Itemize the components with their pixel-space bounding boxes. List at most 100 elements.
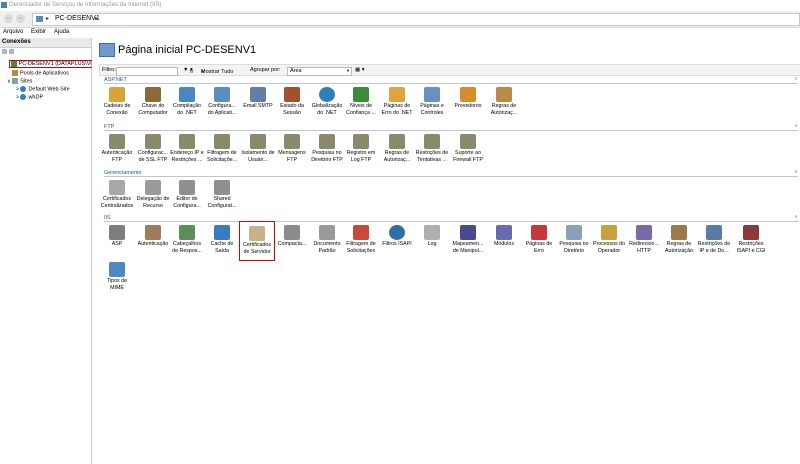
globe-icon [319,87,335,102]
feature-tile[interactable]: Certificados Centralizados [100,180,134,209]
back-button[interactable]: ← [4,14,13,23]
feature-tile[interactable]: Provedores [451,87,485,110]
filter-input[interactable] [116,67,178,76]
feature-tile[interactable]: Regras de Autorização [662,225,696,254]
tree-app-pools[interactable]: Pools de Aplicativos [12,70,69,76]
feature-tile[interactable]: Isolamento de Usuári... [241,134,275,163]
feature-tile[interactable]: Shared Configurat... [205,180,239,209]
feature-tile[interactable]: Estado da Sessão [275,87,309,116]
feature-label: Globalização do .NET [311,103,343,116]
feature-tile[interactable]: Mensagens FTP [275,134,309,163]
feature-tile[interactable]: Restrições de Tentativas ... [415,134,449,163]
feature-tile[interactable]: Configurac... de SSL FTP [136,134,170,163]
breadcrumb-arrow-icon[interactable]: ▸ [46,15,49,22]
section-gerenciamento-label: Gerenciamento [104,170,142,176]
menu-exibir[interactable]: Exibir [31,29,46,35]
feature-tile[interactable]: Restrições ISAPI e CGI [734,225,768,254]
feature-tile[interactable]: Tipos de MIME [100,262,134,291]
tree-sites[interactable]: ∨ Sites [7,78,32,84]
feature-tile[interactable]: Log [415,225,449,248]
feature-label: Restrições ISAPI e CGI [736,241,766,254]
address-box[interactable]: ▸ PC-DESENV1 ▸ [32,13,800,26]
ftp-isolation-icon [250,134,266,149]
feature-tile[interactable]: Suporte ao Firewall FTP [451,134,485,163]
asp-icon [109,225,125,240]
tree-default-web-site[interactable]: > Default Web Site [16,86,70,92]
expand-icon[interactable] [1,62,5,66]
feature-tile[interactable]: Autenticação [136,225,170,248]
feature-tile[interactable]: Páginas e Controles [415,87,449,116]
feature-tile[interactable]: Filtragem de Solicitaçõe... [205,134,239,163]
feature-tile[interactable]: Email SMTP [241,87,275,110]
compile-icon [179,87,195,102]
feature-tile[interactable]: Compacta... [275,225,309,248]
features-pane: Página inicial PC-DESENV1 Filtro: ▼ Ir ▾… [92,38,800,464]
feature-tile[interactable]: Cadeias de Conexão [100,87,134,116]
feature-tile[interactable]: Regras de Autorizaç... [380,134,414,163]
feature-label: Configurac... de SSL FTP [137,150,169,163]
section-gerenciamento[interactable]: Gerenciamento ∧ [104,169,798,177]
feature-tile[interactable]: Delegação de Recurso [136,180,170,209]
feature-tile[interactable]: Páginas de Erro do .NET [380,87,414,116]
feature-tile[interactable]: Globalização do .NET [310,87,344,116]
feature-tile[interactable]: Páginas de Erro [522,225,556,254]
feature-label: Autenticação FTP [101,150,133,163]
feature-tile[interactable]: Níveis de Confiança ... [344,87,378,116]
feature-tile[interactable]: Regras de Autorizaç... [487,87,521,116]
collapse-icon[interactable]: ∧ [794,76,798,82]
feature-tile[interactable]: Configura... do Aplicati... [205,87,239,116]
tree-server[interactable]: PC-DESENV1 (DATAPLUS\Vin [1,60,97,69]
expand-icon[interactable]: > [16,86,19,92]
section-aspnet[interactable]: ASP.NET ∧ [104,76,798,84]
feature-label: Email SMTP [243,103,273,109]
feature-tile[interactable]: Cache de Saída [205,225,239,254]
feature-tile[interactable]: Redirecion... HTTP [627,225,661,254]
feature-label: Endereço IP e Restrições ... [170,150,204,163]
section-ftp[interactable]: FTP ∧ [104,123,798,131]
feature-tile[interactable]: Pesquisa no Diretório [557,225,591,254]
tree-sites-label: Sites [20,78,33,85]
filter-go-button[interactable]: ▼ Ir ▾ [183,67,193,75]
connect-icon[interactable] [2,49,7,54]
expand-icon[interactable]: ∨ [7,78,11,84]
connections-toolbar [0,48,91,56]
feature-tile[interactable]: Registro em Log FTP [344,134,378,163]
feature-tile[interactable]: Módulos [487,225,521,248]
feature-tile[interactable]: Cabeçalhos de Respos... [170,225,204,254]
save-icon[interactable] [9,49,14,54]
feature-label: Cabeçalhos de Respos... [172,241,202,254]
feature-tile[interactable]: Restrições de IP e de Do... [697,225,731,254]
feature-tile[interactable]: Compilação do .NET [170,87,204,116]
server-certificates-tile[interactable]: Certificados de Servidor [239,221,275,261]
view-mode-button[interactable]: ▦ ▾ [355,67,365,73]
feature-tile[interactable]: Endereço IP e Restrições ... [170,134,204,163]
menu-ajuda[interactable]: Ajuda [54,29,69,35]
section-iis[interactable]: IIS ∧ [104,214,798,222]
feature-tile[interactable]: Filtragem de Solicitações [344,225,378,254]
feature-tile[interactable]: Autenticação FTP [100,134,134,163]
feature-tile[interactable]: Filtros ISAPI [380,225,414,248]
expand-icon[interactable]: > [16,94,19,100]
feature-tile[interactable]: Documento Padrão [310,225,344,254]
feature-label: Cadeias de Conexão [103,103,131,116]
feature-tile[interactable]: Pesquisa no Diretório FTP [310,134,344,163]
forward-button[interactable]: → [16,14,25,23]
trust-icon [353,87,369,102]
tree-server-selection[interactable]: PC-DESENV1 (DATAPLUS\Vin [8,60,97,69]
feature-label: Níveis de Confiança ... [346,103,376,116]
config-editor-icon [179,180,195,195]
email-icon [250,87,266,102]
feature-tile[interactable]: Chave do Computador [136,87,170,116]
collapse-icon[interactable]: ∧ [794,123,798,129]
menu-arquivo[interactable]: Arquivo [3,29,23,35]
feature-tile[interactable]: Mapeamen... de Manipul... [451,225,485,254]
collapse-icon[interactable]: ∧ [794,169,798,175]
collapse-icon[interactable]: ∧ [794,214,798,220]
tree-whdp[interactable]: > whDP [16,94,43,100]
breadcrumb-server[interactable]: PC-DESENV1 [55,15,100,22]
feature-tile[interactable]: Processos do Operador [592,225,626,254]
breadcrumb-arrow-icon[interactable]: ▸ [95,15,98,22]
feature-tile[interactable]: Editor de Configura... [170,180,204,209]
group-by-select[interactable]: Área ▼ [287,67,352,76]
feature-tile[interactable]: ASP [100,225,134,248]
